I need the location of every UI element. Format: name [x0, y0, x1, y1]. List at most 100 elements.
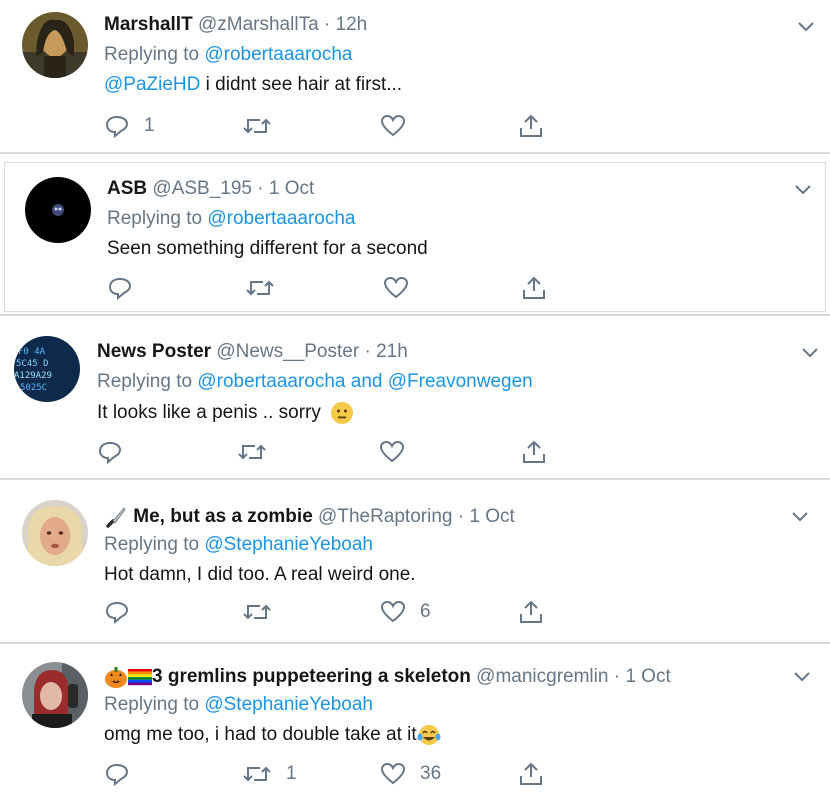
- like-button[interactable]: 36: [380, 760, 441, 788]
- tweet-header: MarshallT @zMarshallTa · 12h: [104, 14, 367, 36]
- display-name[interactable]: 3 gremlins puppeteering a skeleton: [152, 666, 471, 687]
- retweet-button[interactable]: [242, 598, 272, 626]
- timestamp[interactable]: 1 Oct: [469, 506, 514, 527]
- svg-text:5C45 D: 5C45 D: [16, 359, 49, 369]
- caret-down-icon[interactable]: [792, 670, 812, 684]
- user-handle[interactable]: @News__Poster: [216, 341, 359, 362]
- reply-button[interactable]: [104, 760, 130, 788]
- mention-link[interactable]: @Freavonwegen: [388, 371, 533, 392]
- caret-down-icon[interactable]: [800, 346, 820, 360]
- display-name[interactable]: News Poster: [97, 341, 211, 362]
- like-button[interactable]: [379, 438, 405, 466]
- avatar[interactable]: [22, 500, 88, 566]
- separator-dot: ·: [257, 178, 264, 199]
- like-count: 36: [420, 763, 442, 784]
- share-icon: [520, 600, 542, 623]
- tweet-actions: 6: [104, 598, 564, 626]
- tweet-body: i didnt see hair at first...: [205, 74, 403, 95]
- reply-button[interactable]: [97, 438, 123, 466]
- reply-button[interactable]: 1: [104, 112, 155, 140]
- tears-of-joy-emoji: [417, 725, 441, 745]
- share-button[interactable]: [521, 438, 547, 466]
- mention-link[interactable]: @robertaaarocha: [197, 371, 345, 392]
- reply-icon: [105, 601, 129, 624]
- tweet[interactable]: F0 4A 5C45 D A129A29 5025C News Poster @…: [0, 324, 830, 476]
- tweet-body: It looks like a penis .. sorry: [97, 402, 321, 424]
- reply-button[interactable]: [104, 598, 130, 626]
- user-handle[interactable]: @manicgremlin: [476, 666, 608, 687]
- tweet[interactable]: MarshallT @zMarshallTa · 12h Replying to…: [0, 0, 830, 150]
- replying-prefix: Replying to: [97, 371, 193, 392]
- tweet-text: Seen something different for a second: [107, 238, 428, 260]
- timestamp[interactable]: 21h: [376, 341, 408, 362]
- knife-emoji: [106, 507, 126, 528]
- tweet-text: It looks like a penis .. sorry: [97, 401, 354, 425]
- svg-text:A129A29: A129A29: [14, 371, 52, 381]
- like-button[interactable]: 6: [380, 598, 431, 626]
- display-name[interactable]: Me, but as a zombie: [133, 506, 312, 527]
- tweet-actions: [107, 274, 567, 302]
- reply-icon: [108, 277, 132, 300]
- display-name[interactable]: ASB: [107, 178, 147, 199]
- retweet-button[interactable]: 1: [242, 760, 297, 788]
- replying-to: Replying to @robertaaarocha and @Freavon…: [97, 371, 533, 393]
- mention-link[interactable]: @robertaaarocha: [207, 208, 355, 229]
- like-button[interactable]: [380, 112, 420, 140]
- reply-icon: [98, 441, 122, 464]
- replying-to: Replying to @robertaaarocha: [107, 208, 356, 230]
- like-count: 6: [420, 601, 431, 622]
- replying-to: Replying to @robertaaarocha: [104, 44, 353, 66]
- caret-down-icon[interactable]: [790, 510, 810, 524]
- retweet-button[interactable]: [242, 112, 286, 140]
- retweet-icon: [243, 604, 271, 620]
- tweet-separator: [0, 314, 830, 316]
- share-button[interactable]: [518, 598, 544, 626]
- user-handle[interactable]: @ASB_195: [152, 178, 252, 199]
- avatar[interactable]: [22, 662, 88, 728]
- mention-link[interactable]: @StephanieYeboah: [204, 534, 373, 555]
- replying-prefix: Replying to: [104, 44, 200, 65]
- separator-dot: ·: [364, 341, 371, 362]
- like-button[interactable]: [383, 274, 409, 302]
- mention-link[interactable]: @StephanieYeboah: [204, 694, 373, 715]
- user-handle[interactable]: @zMarshallTa: [198, 14, 319, 35]
- timestamp[interactable]: 1 Oct: [625, 666, 670, 687]
- rainbow-flag-emoji: [128, 669, 152, 686]
- mention-link[interactable]: @PaZieHD: [104, 74, 200, 95]
- avatar[interactable]: F0 4A 5C45 D A129A29 5025C: [14, 336, 80, 402]
- tweet-separator: [0, 642, 830, 644]
- timestamp[interactable]: 12h: [336, 14, 368, 35]
- tweet[interactable]: ASB @ASB_195 · 1 Oct Replying to @robert…: [4, 162, 826, 312]
- retweet-button[interactable]: [237, 438, 267, 466]
- share-button[interactable]: [518, 112, 544, 140]
- caret-down-icon[interactable]: [793, 183, 813, 197]
- like-icon: [380, 762, 406, 785]
- share-button[interactable]: [521, 274, 547, 302]
- like-icon: [383, 276, 409, 299]
- avatar[interactable]: [22, 12, 88, 78]
- share-button[interactable]: [518, 760, 544, 788]
- caret-down-icon[interactable]: [796, 20, 816, 34]
- retweet-icon: [238, 444, 266, 460]
- retweet-button[interactable]: [245, 274, 275, 302]
- avatar[interactable]: [25, 177, 91, 243]
- timestamp[interactable]: 1 Oct: [269, 178, 314, 199]
- retweet-icon: [243, 766, 271, 782]
- replying-joiner: and: [350, 371, 383, 392]
- tweet-actions: 1: [104, 112, 564, 140]
- display-name[interactable]: MarshallT: [104, 14, 193, 35]
- svg-text:F0 4A: F0 4A: [18, 347, 46, 357]
- tweet-body: Hot damn, I did too. A real weird one.: [104, 564, 416, 585]
- mention-link[interactable]: @robertaaarocha: [204, 44, 352, 65]
- like-icon: [380, 600, 406, 623]
- tweet[interactable]: Me, but as a zombie @TheRaptoring · 1 Oc…: [0, 488, 830, 640]
- tweet[interactable]: 3 gremlins puppeteering a skeleton @mani…: [0, 652, 830, 797]
- user-handle[interactable]: @TheRaptoring: [318, 506, 452, 527]
- share-icon: [520, 114, 542, 137]
- replying-prefix: Replying to: [107, 208, 203, 229]
- tweet-text: Hot damn, I did too. A real weird one.: [104, 564, 416, 586]
- share-icon: [523, 276, 545, 299]
- tweet-body: Seen something different for a second: [107, 238, 428, 259]
- reply-button[interactable]: [107, 274, 133, 302]
- reply-icon: [105, 115, 129, 138]
